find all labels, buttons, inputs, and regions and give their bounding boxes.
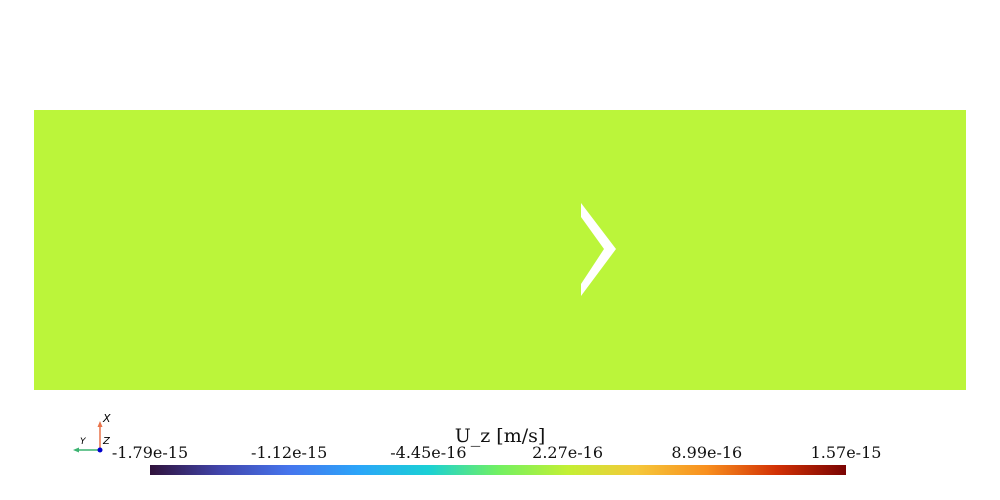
colorbar-tick-label: 1.57e-15 <box>810 443 882 462</box>
colorbar-gradient <box>150 465 846 475</box>
contour-plot-area <box>34 110 966 390</box>
colorbar-tick-label: -4.45e-16 <box>390 443 467 462</box>
z-axis-dot <box>97 447 103 453</box>
colorbar-tick-label: 8.99e-16 <box>671 443 743 462</box>
colorbar-tick-label: -1.12e-15 <box>251 443 328 462</box>
colorbar-tick-label: -1.79e-15 <box>111 443 189 462</box>
chevron-obstacle <box>581 203 616 296</box>
x-axis-label: X <box>102 412 111 425</box>
colorbar-tick-label: 2.27e-16 <box>532 443 604 462</box>
